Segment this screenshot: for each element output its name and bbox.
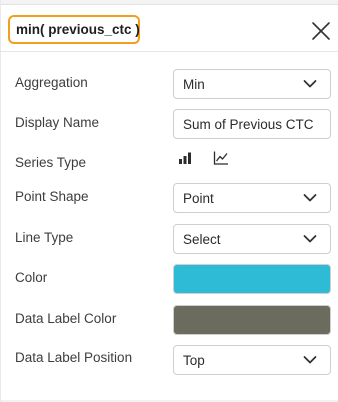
display-name-value: Sum of Previous CTC [183,116,314,132]
chevron-down-icon [303,194,317,202]
bar-chart-icon[interactable] [177,150,193,166]
aggregation-select[interactable]: Min [173,69,331,99]
panel-header: min( previous_ctc ) [1,6,338,52]
close-icon[interactable] [310,20,332,42]
line-type-value: Select [183,231,221,247]
point-shape-value: Point [183,190,214,206]
data-label-position-label: Data Label Position [15,350,133,365]
aggregation-row: Aggregation Min [1,68,338,100]
series-properties-panel: min( previous_ctc ) Aggregation Min Disp… [0,0,338,402]
series-type-label: Series Type [15,155,87,170]
chevron-down-icon [303,356,317,364]
line-type-label: Line Type [15,230,74,245]
color-swatch[interactable] [173,264,331,294]
point-shape-label: Point Shape [15,189,89,204]
line-type-row: Line Type Select [1,223,338,255]
data-label-position-select[interactable]: Top [173,345,331,375]
point-shape-select[interactable]: Point [173,183,331,213]
chevron-down-icon [303,80,317,88]
data-label-position-value: Top [183,352,205,368]
series-type-row: Series Type [1,148,338,180]
chevron-down-icon [303,235,317,243]
display-name-label: Display Name [15,115,100,130]
aggregation-label: Aggregation [15,75,88,90]
data-label-color-row: Data Label Color [1,304,338,336]
line-chart-icon[interactable] [213,150,229,166]
data-label-position-row: Data Label Position Top [1,344,338,376]
line-type-select[interactable]: Select [173,224,331,254]
point-shape-row: Point Shape Point [1,183,338,215]
display-name-input[interactable]: Sum of Previous CTC [173,109,331,139]
aggregation-value: Min [183,76,205,92]
series-title-chip[interactable]: min( previous_ctc ) [8,15,140,44]
data-label-color-swatch[interactable] [173,305,331,335]
data-label-color-label: Data Label Color [15,311,117,326]
top-divider [1,0,338,5]
color-label: Color [15,270,48,285]
color-row: Color [1,263,338,295]
display-name-row: Display Name Sum of Previous CTC [1,108,338,140]
